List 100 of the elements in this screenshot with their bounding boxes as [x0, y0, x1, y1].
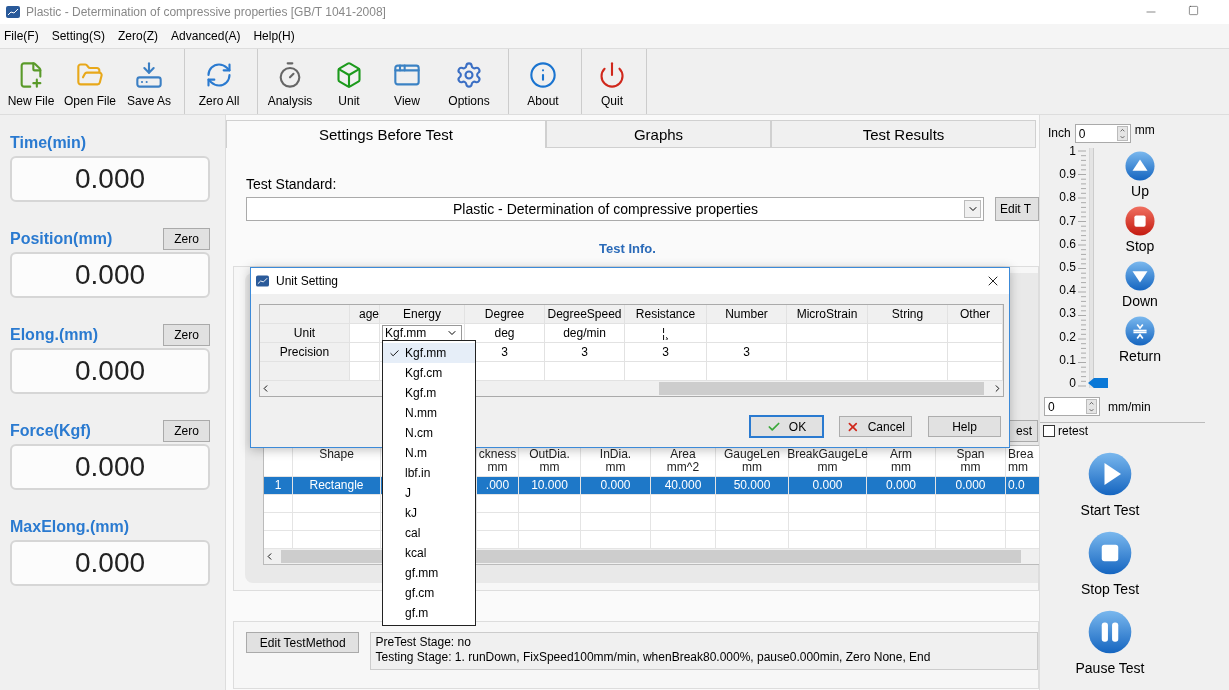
- edit-button[interactable]: Edit T: [995, 197, 1039, 221]
- table-cell: [350, 362, 380, 381]
- app-icon: [6, 6, 20, 18]
- table-cell: ¦¸: [625, 324, 707, 343]
- column-header: age: [350, 305, 380, 324]
- scale-label: 0.8: [1059, 190, 1076, 205]
- toolbar-button[interactable]: Analysis: [260, 49, 320, 114]
- check-icon: [389, 347, 400, 359]
- spin-arrows-icon[interactable]: [1116, 126, 1128, 141]
- column-header: MicroStrain: [787, 305, 868, 324]
- table-cell: [350, 343, 380, 362]
- toolbar-button[interactable]: View: [378, 49, 436, 114]
- readout-label: Force(Kgf): [10, 422, 91, 440]
- table-cell: deg: [465, 324, 545, 343]
- section-title: Test Info.: [598, 241, 657, 258]
- window-title: Plastic - Determination of compressive properties [GB/T 1041-2008]: [26, 5, 387, 19]
- menu-item[interactable]: Setting(S): [47, 29, 112, 43]
- table-cell: [948, 343, 1003, 362]
- scale-label: 0.3: [1059, 306, 1076, 321]
- table-cell: 3: [707, 343, 787, 362]
- unit-label: mm/min: [1108, 398, 1151, 416]
- maximize-icon[interactable]: [1188, 5, 1199, 16]
- jog-button[interactable]: Up: [1125, 151, 1155, 199]
- jog-button[interactable]: Stop: [1125, 206, 1155, 254]
- dropdown-option[interactable]: Kgf.mm: [383, 343, 475, 363]
- readout-display: 0.000: [10, 156, 210, 202]
- scale-label: 0.6: [1059, 236, 1076, 251]
- zero-button[interactable]: Zero: [163, 228, 210, 250]
- play-icon: [1088, 452, 1132, 496]
- drive-icon: [135, 61, 163, 89]
- toolbar-button[interactable]: Quit: [584, 49, 640, 114]
- stop-icon: [1088, 531, 1132, 575]
- column-header: Energy: [380, 305, 465, 324]
- converge-arrows-icon: [1125, 316, 1155, 346]
- readout-display: 0.000: [10, 252, 210, 298]
- scale-label: 0.5: [1059, 259, 1076, 274]
- column-header: Resistance: [625, 305, 707, 324]
- jog-button[interactable]: Return: [1119, 316, 1161, 364]
- toolbar-button[interactable]: Save As: [120, 49, 178, 114]
- dialog-button[interactable]: OK: [750, 416, 823, 437]
- column-header: Degree: [465, 305, 545, 324]
- scale-label: 0.4: [1059, 283, 1076, 298]
- toolbar-button[interactable]: Zero All: [187, 49, 251, 114]
- tab[interactable]: Graphs: [546, 120, 771, 148]
- unit-label: Inch: [1048, 125, 1071, 142]
- readout-display: 0.000: [10, 540, 210, 586]
- edit-method-button[interactable]: Edit TestMethod: [246, 632, 360, 653]
- field-label: Test Standard:: [246, 176, 338, 194]
- pause-icon: [1088, 610, 1132, 654]
- toolbar-button[interactable]: Open File: [60, 49, 120, 114]
- method-summary: PreTest Stage: no Testing Stage: 1. runDown, FixSpeed100mm/min, whenBreak80.000%, pause0.000min, Zero None, End: [370, 632, 1038, 670]
- toolbar-button[interactable]: About: [511, 49, 575, 114]
- toolbar-button[interactable]: New File: [2, 49, 60, 114]
- test-button[interactable]: Pause Test: [1075, 610, 1145, 676]
- scrollbar-thumb[interactable]: [659, 382, 984, 395]
- tab[interactable]: Test Results: [771, 120, 1036, 148]
- readout-label: MaxElong.(mm): [10, 518, 130, 536]
- menu-item[interactable]: File(F): [0, 29, 45, 43]
- cube-icon: [335, 61, 363, 89]
- table-cell: 3: [545, 343, 625, 362]
- column-header: String: [868, 305, 948, 324]
- menu-item[interactable]: Help(H): [249, 29, 301, 43]
- scale-label: 0.1: [1059, 352, 1076, 367]
- stop-icon: [1125, 206, 1155, 236]
- retest-checkbox[interactable]: retest: [1043, 424, 1229, 438]
- info-icon: [529, 61, 557, 89]
- zero-button[interactable]: Zero: [163, 420, 210, 442]
- unit-label: mm: [1134, 124, 1155, 136]
- spin-arrows-icon[interactable]: [1086, 399, 1097, 414]
- dialog-button[interactable]: Cancel: [839, 416, 912, 437]
- table-cell: [948, 362, 1003, 381]
- app-icon: [256, 275, 269, 287]
- jog-button[interactable]: Down: [1122, 261, 1158, 309]
- scale-label: 0.2: [1059, 329, 1076, 344]
- slider-thumb[interactable]: [1088, 378, 1108, 388]
- row-header: Precision: [260, 343, 350, 362]
- menu-item[interactable]: Advanced(A): [167, 29, 247, 43]
- scale-label: 0: [1069, 375, 1076, 390]
- toolbar-button[interactable]: Unit: [320, 49, 378, 114]
- readout-display: 0.000: [10, 444, 210, 490]
- refresh-icon: [205, 61, 233, 89]
- row-header: Unit: [260, 324, 350, 343]
- scale-label: 0.9: [1059, 167, 1076, 182]
- zero-button[interactable]: Zero: [163, 324, 210, 346]
- tab[interactable]: Settings Before Test: [226, 120, 546, 148]
- test-button[interactable]: Start Test: [1080, 452, 1140, 518]
- column-header: DegreeSpeed: [545, 305, 625, 324]
- gear-icon: [455, 61, 483, 89]
- scale-label: 1: [1069, 144, 1076, 158]
- table-cell: 3: [625, 343, 707, 362]
- speed-spinbox[interactable]: 0: [1044, 397, 1100, 416]
- toolbar-button[interactable]: Options: [436, 49, 502, 114]
- test-button[interactable]: Stop Test: [1080, 531, 1140, 597]
- distance-spinbox[interactable]: 0: [1074, 124, 1131, 143]
- dialog-button[interactable]: Help: [928, 416, 1001, 437]
- scale-label: 0.7: [1059, 213, 1076, 228]
- standard-dropdown[interactable]: Plastic - Determination of compressive properties: [246, 197, 984, 221]
- menu-item[interactable]: Zero(Z): [114, 29, 165, 43]
- column-header: Number: [707, 305, 787, 324]
- readout-label: Position(mm): [10, 230, 113, 248]
